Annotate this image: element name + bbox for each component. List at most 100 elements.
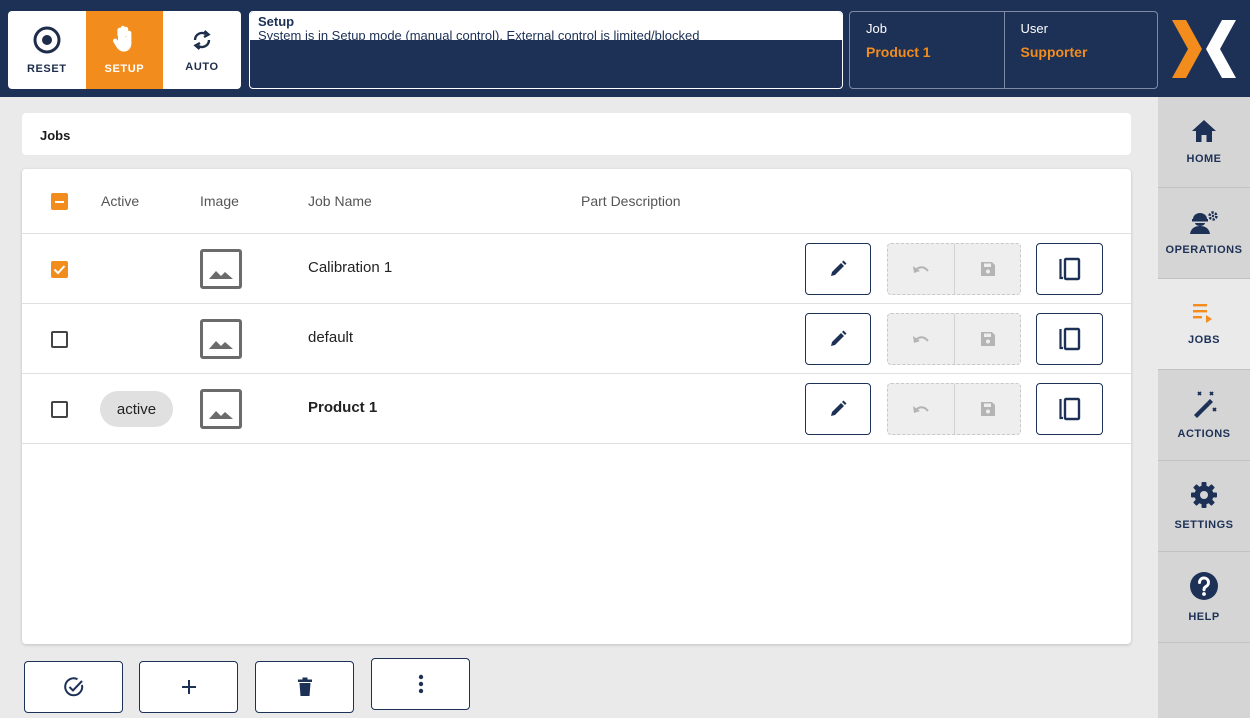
image-placeholder-icon bbox=[200, 389, 242, 429]
nav-home[interactable]: HOME bbox=[1158, 97, 1250, 188]
user-value: Supporter bbox=[1020, 44, 1088, 60]
table-header: Active Image Job Name Part Description bbox=[22, 169, 1131, 234]
undo-button[interactable] bbox=[888, 244, 954, 294]
row-checkbox[interactable] bbox=[51, 261, 68, 278]
pencil-icon bbox=[831, 330, 847, 346]
copy-button[interactable] bbox=[1036, 243, 1103, 295]
nav-actions[interactable]: ACTIONS bbox=[1158, 370, 1250, 461]
jobs-table: Active Image Job Name Part Description C… bbox=[22, 169, 1131, 644]
right-navigation: HOME OPERATIONS JOBS ACTIONS SETTINGS HE… bbox=[1158, 97, 1250, 718]
save-button[interactable] bbox=[954, 384, 1020, 434]
check-circle-icon bbox=[63, 677, 83, 697]
top-bar: RESET SETUP AUTO Setup System is in Setu… bbox=[0, 0, 1250, 97]
status-message: System is in Setup mode (manual control)… bbox=[258, 28, 700, 43]
edit-button[interactable] bbox=[805, 243, 871, 295]
settings-icon bbox=[1191, 482, 1217, 508]
copy-icon bbox=[1058, 257, 1080, 281]
check-icon bbox=[53, 265, 66, 275]
current-job-info: Job Product 1 bbox=[850, 12, 1004, 88]
save-icon bbox=[980, 402, 995, 416]
copy-icon bbox=[1058, 397, 1080, 421]
add-job-button[interactable] bbox=[139, 661, 238, 713]
actions-icon bbox=[1194, 391, 1217, 418]
job-name: Calibration 1 bbox=[308, 259, 393, 276]
row-checkbox[interactable] bbox=[51, 331, 68, 348]
job-value: Product 1 bbox=[866, 44, 931, 60]
nav-operations-label: OPERATIONS bbox=[1165, 244, 1243, 256]
plus-icon bbox=[181, 680, 196, 694]
auto-mode-label: AUTO bbox=[185, 61, 219, 73]
col-header-part-description: Part Description bbox=[581, 193, 681, 209]
copy-button[interactable] bbox=[1036, 383, 1103, 435]
job-name: default bbox=[308, 329, 354, 346]
nav-home-label: HOME bbox=[1186, 153, 1222, 165]
more-options-button[interactable] bbox=[371, 658, 470, 710]
status-panel: Setup System is in Setup mode (manual co… bbox=[249, 11, 843, 89]
brand-logo bbox=[1172, 20, 1236, 78]
breadcrumb: Jobs bbox=[22, 113, 1131, 155]
undo-button[interactable] bbox=[888, 384, 954, 434]
hand-icon bbox=[113, 25, 132, 52]
nav-help[interactable]: HELP bbox=[1158, 552, 1250, 643]
status-header: Setup System is in Setup mode (manual co… bbox=[250, 12, 842, 43]
auto-mode-button[interactable]: AUTO bbox=[163, 11, 241, 89]
bottom-action-bar bbox=[0, 658, 1158, 718]
home-icon bbox=[1192, 120, 1216, 142]
pencil-icon bbox=[831, 260, 847, 276]
save-button[interactable] bbox=[954, 244, 1020, 294]
undo-icon bbox=[913, 336, 929, 343]
table-row[interactable]: default bbox=[22, 304, 1131, 374]
setup-mode-button[interactable]: SETUP bbox=[85, 11, 164, 89]
nav-actions-label: ACTIONS bbox=[1177, 428, 1231, 440]
image-placeholder-icon bbox=[200, 249, 242, 289]
nav-settings-label: SETTINGS bbox=[1174, 519, 1234, 531]
mode-selector: RESET SETUP AUTO bbox=[8, 11, 241, 89]
save-icon bbox=[980, 262, 995, 276]
table-row[interactable]: active Product 1 bbox=[22, 374, 1131, 444]
undo-icon bbox=[913, 406, 929, 413]
save-button[interactable] bbox=[954, 314, 1020, 364]
table-row[interactable]: Calibration 1 bbox=[22, 234, 1131, 304]
delete-job-button[interactable] bbox=[255, 661, 354, 713]
undo-save-group bbox=[887, 383, 1021, 435]
job-label: Job bbox=[866, 21, 887, 36]
col-header-active: Active bbox=[101, 193, 140, 209]
edit-button[interactable] bbox=[805, 313, 871, 365]
image-placeholder-icon bbox=[200, 319, 242, 359]
help-icon bbox=[1190, 572, 1218, 600]
operations-icon bbox=[1190, 211, 1218, 234]
nav-jobs-label: JOBS bbox=[1188, 334, 1220, 346]
active-badge: active bbox=[100, 391, 173, 427]
undo-save-group bbox=[887, 313, 1021, 365]
col-header-image: Image bbox=[200, 193, 239, 209]
row-checkbox[interactable] bbox=[51, 401, 68, 418]
page-title: Jobs bbox=[40, 128, 71, 143]
target-icon bbox=[33, 26, 61, 54]
activate-job-button[interactable] bbox=[24, 661, 123, 713]
user-label: User bbox=[1020, 21, 1048, 36]
copy-icon bbox=[1058, 327, 1080, 351]
status-title: Setup bbox=[258, 14, 295, 29]
jobs-icon bbox=[1193, 304, 1212, 323]
col-header-job-name: Job Name bbox=[308, 193, 372, 209]
reset-mode-button[interactable]: RESET bbox=[8, 11, 86, 89]
job-name: Product 1 bbox=[308, 399, 378, 416]
current-user-info[interactable]: User Supporter bbox=[1003, 12, 1158, 88]
nav-help-label: HELP bbox=[1188, 611, 1220, 623]
reset-mode-label: RESET bbox=[26, 63, 67, 75]
edit-button[interactable] bbox=[805, 383, 871, 435]
nav-jobs[interactable]: JOBS bbox=[1158, 279, 1250, 370]
pencil-icon bbox=[831, 400, 847, 416]
nav-operations[interactable]: OPERATIONS bbox=[1158, 188, 1250, 279]
trash-icon bbox=[297, 677, 312, 696]
undo-icon bbox=[913, 266, 929, 273]
setup-mode-label: SETUP bbox=[104, 63, 145, 75]
select-all-checkbox[interactable] bbox=[51, 193, 68, 210]
copy-button[interactable] bbox=[1036, 313, 1103, 365]
sync-icon bbox=[193, 30, 211, 50]
nav-settings[interactable]: SETTINGS bbox=[1158, 461, 1250, 552]
undo-save-group bbox=[887, 243, 1021, 295]
save-icon bbox=[980, 332, 995, 346]
undo-button[interactable] bbox=[888, 314, 954, 364]
job-user-panel: Job Product 1 User Supporter bbox=[849, 11, 1158, 89]
